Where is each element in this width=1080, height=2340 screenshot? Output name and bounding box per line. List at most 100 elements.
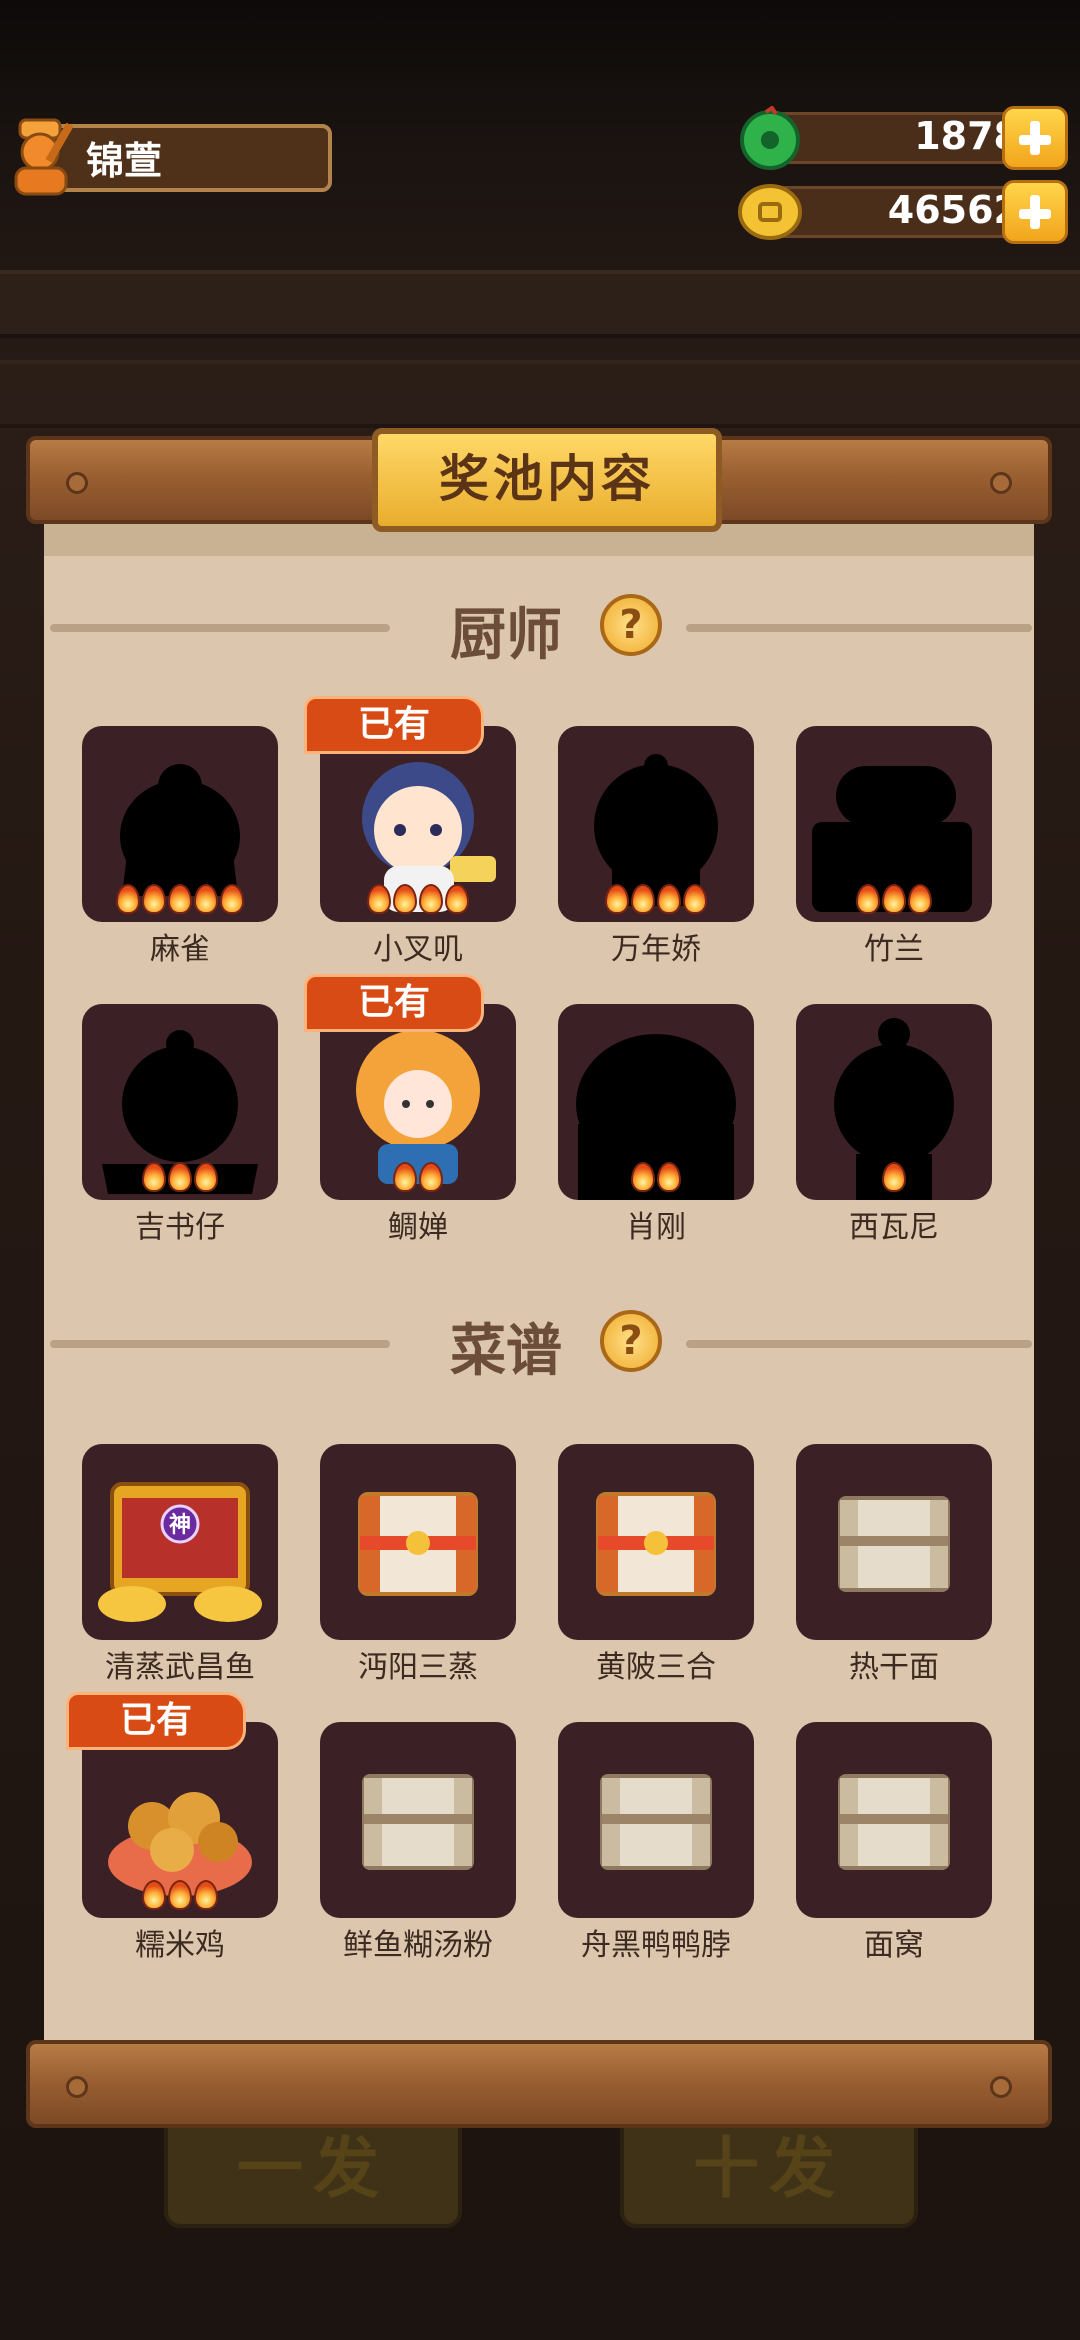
flame-icon [445,884,469,914]
flame-icon [142,884,166,914]
flame-icon [142,1880,166,1910]
recipe-portrait [362,1774,474,1870]
flame-icon [194,1162,218,1192]
flame-icon [168,1880,192,1910]
chefs-section-title: 厨师 [450,603,562,668]
flame-icon [856,884,880,914]
chef-name: 小叉叽 [373,932,463,967]
chef-avatar-icon [14,118,74,196]
owned-badge: 已有 [66,1692,246,1750]
recipe-card[interactable]: 神 [82,1444,278,1640]
coin-amount: 46562 [887,188,1020,232]
flame-icon [419,1162,443,1192]
rarity-flames [558,884,754,918]
chef-name: 鲷婵 [388,1210,448,1245]
flame-icon [683,884,707,914]
rarity-flames [796,1162,992,1196]
flame-icon [168,884,192,914]
recipe-name: 热干面 [849,1650,939,1685]
jade-coin-icon [740,106,800,170]
flame-icon [116,884,140,914]
recipe-card[interactable] [82,1722,278,1918]
recipe-name: 糯米鸡 [135,1928,225,1963]
jade-currency: 1878 [738,106,1068,170]
flame-icon [194,1880,218,1910]
chef-name: 麻雀 [150,932,210,967]
question-icon: ? [619,1318,643,1364]
recipe-portrait [358,1492,478,1596]
recipe-card[interactable] [796,1444,992,1640]
panel-title: 奖池内容 [439,450,655,508]
chef-card[interactable] [82,1004,278,1200]
flame-icon [657,884,681,914]
recipe-name: 沔阳三蒸 [358,1650,478,1685]
recipes-help-button[interactable]: ? [600,1310,662,1372]
recipe-portrait [596,1492,716,1596]
flame-icon [393,884,417,914]
rarity-flames [82,1162,278,1196]
recipe-portrait [838,1774,950,1870]
chef-card[interactable] [558,726,754,922]
recipe-card[interactable] [796,1722,992,1918]
flame-icon [142,1162,166,1192]
flame-icon [605,884,629,914]
flame-icon [657,1162,681,1192]
add-coin-button[interactable] [1002,180,1068,244]
question-icon: ? [619,602,643,648]
chef-name: 竹兰 [864,932,924,967]
recipe-portrait [838,1496,950,1592]
chef-name: 吉书仔 [135,1210,225,1245]
rarity-flames [558,1162,754,1196]
chef-card[interactable] [796,726,992,922]
divine-badge: 神 [168,1513,191,1538]
recipes-section-title: 菜谱 [450,1319,562,1384]
flame-icon [882,884,906,914]
recipe-card[interactable] [320,1444,516,1640]
panel-title-plate: 奖池内容 [372,428,722,532]
flame-icon [882,1162,906,1192]
rarity-flames [320,884,516,918]
chef-name: 西瓦尼 [849,1210,939,1245]
recipe-name: 舟黑鸭鸭脖 [581,1928,731,1963]
flame-icon [393,1162,417,1192]
background-beam [0,270,1080,338]
recipe-card[interactable] [320,1722,516,1918]
flame-icon [168,1162,192,1192]
rarity-flames [82,1880,278,1914]
rarity-flames [796,884,992,918]
gold-coin-icon [738,184,802,240]
flame-icon [631,884,655,914]
owned-badge: 已有 [304,974,484,1032]
recipe-name: 清蒸武昌鱼 [105,1650,255,1685]
chef-card[interactable] [320,1004,516,1200]
recipe-name: 黄陂三合 [596,1650,716,1685]
flame-icon [367,884,391,914]
chef-card[interactable] [320,726,516,922]
add-jade-button[interactable] [1002,106,1068,170]
chefs-help-button[interactable]: ? [600,594,662,656]
recipe-name: 鲜鱼糊汤粉 [343,1928,493,1963]
chef-name: 肖刚 [626,1210,686,1245]
player-name: 锦萱 [86,139,163,183]
recipe-portrait [600,1774,712,1870]
background-beam [0,360,1080,428]
flame-icon [220,884,244,914]
flame-icon [194,884,218,914]
owned-badge: 已有 [304,696,484,754]
rarity-flames [320,1162,516,1196]
recipe-name: 面窝 [864,1928,924,1963]
scroll-rod-bottom [26,2040,1052,2128]
recipe-card[interactable] [558,1722,754,1918]
recipe-card[interactable] [558,1444,754,1640]
jade-amount: 1878 [914,114,1020,158]
flame-icon [908,884,932,914]
chef-card[interactable] [796,1004,992,1200]
rarity-flames [82,884,278,918]
chef-card[interactable] [82,726,278,922]
player-tag[interactable]: 锦萱 [6,118,332,196]
coin-currency: 46562 [738,180,1068,244]
chef-name: 万年娇 [611,932,701,967]
flame-icon [419,884,443,914]
chef-card[interactable] [558,1004,754,1200]
flame-icon [631,1162,655,1192]
